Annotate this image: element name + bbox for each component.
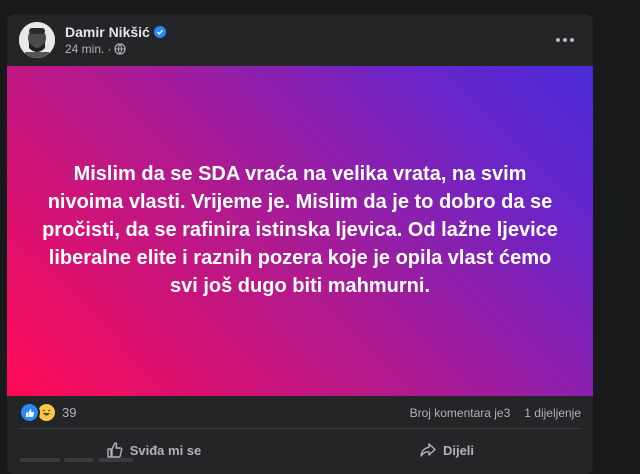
post-time[interactable]: 24 min.: [65, 42, 104, 56]
author-name[interactable]: Damir Nikšić: [65, 24, 150, 40]
post-text: Mislim da se SDA vraća na velika vrata, …: [42, 163, 558, 297]
share-label: Dijeli: [442, 442, 475, 458]
reaction-count: 39: [62, 405, 77, 420]
next-post-preview: [20, 458, 140, 465]
verified-badge-icon: [153, 26, 166, 38]
author-name-row: Damir Nikšić: [65, 24, 166, 40]
share-button[interactable]: Dijeli: [300, 428, 593, 472]
post-actions: Sviđa mi se Dijeli: [7, 428, 593, 472]
post-meta: 24 min. ·: [65, 42, 126, 56]
more-options-button[interactable]: [553, 30, 577, 50]
preview-line: [98, 458, 133, 462]
preview-line: [20, 458, 60, 462]
like-label: Sviđa mi se: [129, 442, 202, 458]
preview-line: [64, 458, 94, 462]
like-button[interactable]: Sviđa mi se: [7, 428, 300, 472]
post-stats: 39 Broj komentara je3 1 dijeljenje: [7, 396, 593, 426]
reactions-summary[interactable]: 39: [19, 402, 76, 423]
globe-icon: [114, 43, 126, 55]
like-reaction-icon: [19, 402, 40, 423]
more-options-icon-dot: [556, 38, 560, 42]
avatar-portrait-icon: [19, 22, 55, 58]
more-options-icon-dot: [570, 38, 574, 42]
thumbs-up-icon: [107, 442, 123, 458]
stats-right: Broj komentara je3 1 dijeljenje: [410, 406, 581, 420]
comments-count[interactable]: Broj komentara je3: [410, 406, 511, 420]
meta-separator: ·: [107, 42, 112, 56]
post-header: Damir Nikšić 24 min. ·: [7, 14, 593, 66]
post-card: Damir Nikšić 24 min. · Mislim da se SDA …: [7, 14, 593, 474]
share-arrow-icon: [420, 443, 436, 457]
page-scrollbar[interactable]: [621, 0, 635, 465]
author-avatar[interactable]: [19, 22, 55, 58]
more-options-icon-dot: [563, 38, 567, 42]
shares-count[interactable]: 1 dijeljenje: [524, 406, 581, 420]
post-background: Mislim da se SDA vraća na velika vrata, …: [7, 66, 593, 396]
